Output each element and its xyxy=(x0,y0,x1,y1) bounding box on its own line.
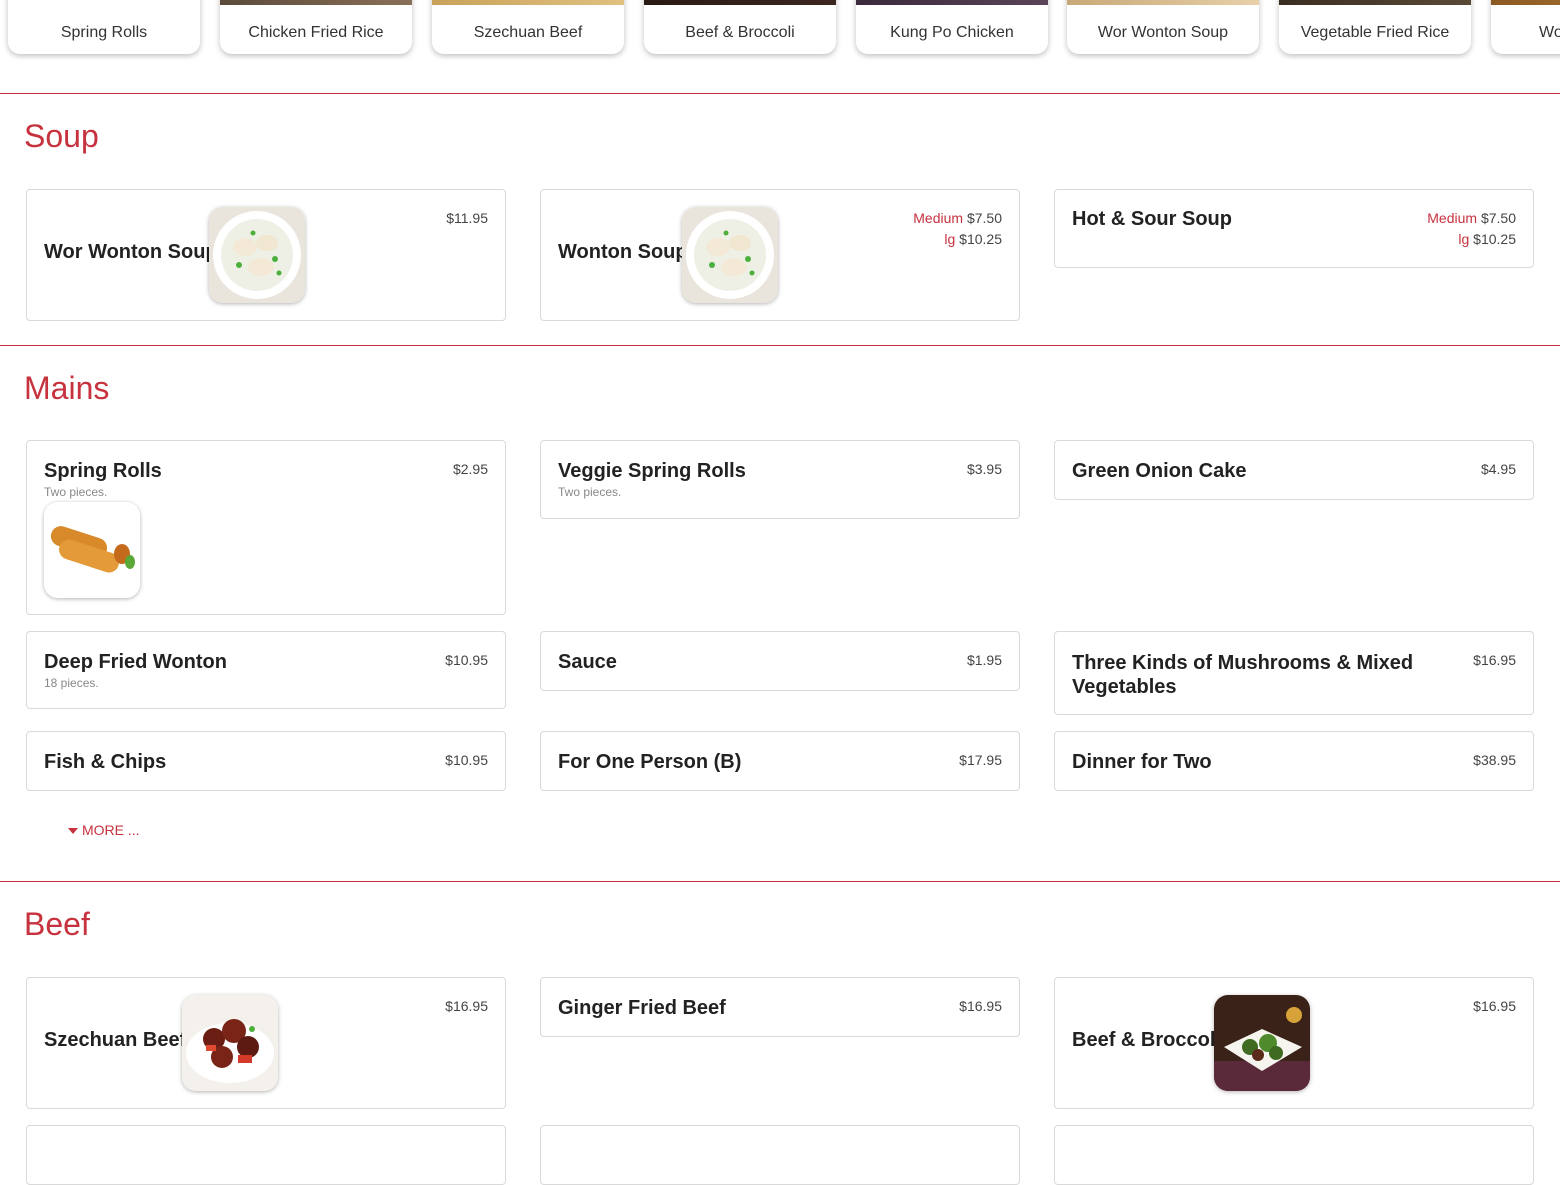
szechuan-beef-image xyxy=(182,995,278,1091)
section-title-beef: Beef xyxy=(24,906,90,942)
carousel-item-label: Vegetable Fried Rice xyxy=(1300,24,1450,41)
menu-item-name: Beef & Broccoli xyxy=(1072,1029,1221,1051)
menu-item-name: Szechuan Beef xyxy=(44,1029,187,1051)
menu-item-name: Dinner for Two xyxy=(1072,751,1212,773)
menu-item-name: Veggie Spring Rolls xyxy=(558,460,746,482)
menu-item-name: Wor Wonton Soup xyxy=(44,241,218,263)
carousel-item-image xyxy=(644,0,836,5)
section-title-soup: Soup xyxy=(24,118,99,154)
carousel-item-image xyxy=(432,0,624,5)
carousel-item-label: Wo xyxy=(1539,24,1560,41)
menu-item-price: $2.95 xyxy=(452,461,488,477)
carousel-item-partial[interactable]: Wo xyxy=(1491,0,1560,54)
carousel-item-image xyxy=(856,0,1048,5)
menu-item-price: $16.95 xyxy=(1473,998,1516,1014)
carousel-item-kung-po-chicken[interactable]: Kung Po Chicken xyxy=(856,0,1048,54)
menu-item-price: $10.95 xyxy=(445,752,488,768)
carousel-item-beef-broccoli[interactable]: Beef & Broccoli xyxy=(644,0,836,54)
carousel-item-label: Szechuan Beef xyxy=(473,24,583,41)
menu-item-partial[interactable] xyxy=(1054,1125,1534,1185)
menu-item-hot-sour-soup[interactable]: Hot & Sour Soup Medium $7.50 lg $10.25 xyxy=(1054,189,1534,268)
menu-item-description: Two pieces. xyxy=(558,485,622,499)
carousel-item-image xyxy=(1279,0,1471,5)
carousel-item-spring-rolls[interactable]: Spring Rolls xyxy=(8,0,200,54)
carousel-item-label: Spring Rolls xyxy=(60,24,148,41)
carousel-item-image xyxy=(1067,0,1259,5)
spring-rolls-image xyxy=(44,502,140,598)
menu-item-name: Fish & Chips xyxy=(44,751,167,773)
carousel-item-szechuan-beef[interactable]: Szechuan Beef xyxy=(432,0,624,54)
menu-item-green-onion-cake[interactable]: Green Onion Cake $4.95 xyxy=(1054,440,1534,500)
menu-item-name: Green Onion Cake xyxy=(1072,460,1247,482)
menu-item-wor-wonton-soup[interactable]: Wor Wonton Soup $11.95 xyxy=(26,189,506,321)
menu-item-spring-rolls[interactable]: Spring Rolls $2.95 Two pieces. xyxy=(26,440,506,615)
menu-item-price: Medium $7.50 lg $10.25 xyxy=(913,210,1002,247)
menu-item-name: Deep Fried Wonton xyxy=(44,651,227,673)
menu-item-description: Two pieces. xyxy=(44,485,108,499)
menu-item-price: $11.95 xyxy=(446,210,488,226)
menu-item-beef-broccoli[interactable]: Beef & Broccoli $16.95 xyxy=(1054,977,1534,1109)
menu-item-szechuan-beef[interactable]: Szechuan Beef $16.95 xyxy=(26,977,506,1109)
menu-item-deep-fried-wonton[interactable]: Deep Fried Wonton $10.95 18 pieces. xyxy=(26,631,506,709)
wonton-soup-image xyxy=(682,207,778,303)
menu-item-price: $16.95 xyxy=(1473,652,1516,668)
more-button[interactable]: MORE ... xyxy=(68,822,140,838)
menu-item-description: 18 pieces. xyxy=(44,676,99,690)
section-divider xyxy=(0,345,1560,346)
carousel-item-label: Beef & Broccoli xyxy=(685,24,795,41)
menu-item-price: $16.95 xyxy=(445,998,488,1014)
menu-item-price: Medium $7.50 lg $10.25 xyxy=(1427,210,1516,247)
menu-item-price: $1.95 xyxy=(966,652,1002,668)
menu-item-wonton-soup[interactable]: Wonton Soup Medium $7.50 lg $10.25 xyxy=(540,189,1020,321)
wonton-soup-image xyxy=(209,207,305,303)
carousel-item-label: Kung Po Chicken xyxy=(890,24,1014,41)
section-divider xyxy=(0,93,1560,94)
beef-broccoli-image xyxy=(1214,995,1310,1091)
menu-item-price: $4.95 xyxy=(1480,461,1516,477)
menu-item-price: $10.95 xyxy=(445,652,488,668)
menu-item-name: Wonton Soup xyxy=(558,241,688,263)
menu-item-name: Sauce xyxy=(558,651,617,673)
section-divider xyxy=(0,881,1560,882)
carousel-item-label: Chicken Fried Rice xyxy=(248,24,384,41)
section-title-mains: Mains xyxy=(24,370,110,406)
menu-item-name: Hot & Sour Soup xyxy=(1072,208,1232,230)
carousel-item-image xyxy=(220,0,412,5)
menu-item-partial[interactable] xyxy=(26,1125,506,1185)
menu-item-sauce[interactable]: Sauce $1.95 xyxy=(540,631,1020,691)
carousel-item-wor-wonton-soup[interactable]: Wor Wonton Soup xyxy=(1067,0,1259,54)
menu-item-price: $3.95 xyxy=(966,461,1002,477)
carousel-item-image xyxy=(1491,0,1560,5)
carousel-item-chicken-fried-rice[interactable]: Chicken Fried Rice xyxy=(220,0,412,54)
menu-item-price: $38.95 xyxy=(1473,752,1516,768)
menu-item-price: $16.95 xyxy=(959,998,1002,1014)
menu-item-name: Spring Rolls xyxy=(44,460,162,482)
menu-item-name: For One Person (B) xyxy=(558,751,742,773)
menu-item-name: Ginger Fried Beef xyxy=(558,997,726,1019)
menu-item-partial[interactable] xyxy=(540,1125,1020,1185)
menu-item-ginger-fried-beef[interactable]: Ginger Fried Beef $16.95 xyxy=(540,977,1020,1037)
menu-item-price: $17.95 xyxy=(959,752,1002,768)
caret-down-icon xyxy=(68,828,78,835)
menu-item-three-kinds-mushrooms[interactable]: Three Kinds of Mushrooms & Mixed Vegetab… xyxy=(1054,631,1534,715)
menu-item-fish-chips[interactable]: Fish & Chips $10.95 xyxy=(26,731,506,791)
more-label: MORE ... xyxy=(82,822,140,838)
menu-item-veggie-spring-rolls[interactable]: Veggie Spring Rolls $3.95 Two pieces. xyxy=(540,440,1020,519)
menu-item-name: Three Kinds of Mushrooms & Mixed Vegetab… xyxy=(1072,652,1414,698)
carousel-item-label: Wor Wonton Soup xyxy=(1097,24,1229,41)
category-carousel: Spring Rolls Chicken Fried Rice Szechuan… xyxy=(0,0,1560,60)
menu-item-dinner-for-two[interactable]: Dinner for Two $38.95 xyxy=(1054,731,1534,791)
menu-item-for-one-person-b[interactable]: For One Person (B) $17.95 xyxy=(540,731,1020,791)
carousel-item-vegetable-fried-rice[interactable]: Vegetable Fried Rice xyxy=(1279,0,1471,54)
